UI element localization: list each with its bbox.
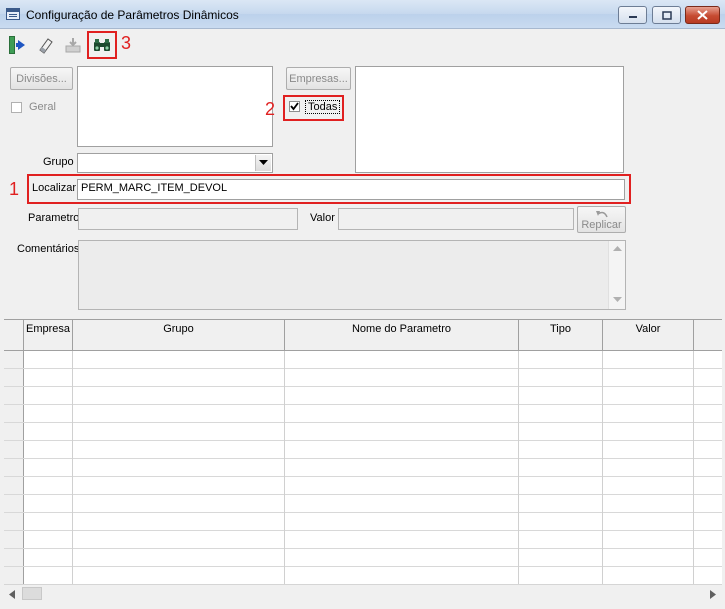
column-divider — [284, 351, 285, 584]
maximize-icon — [661, 10, 672, 20]
scroll-right-icon[interactable] — [710, 590, 716, 599]
row-header[interactable] — [4, 441, 24, 459]
parameters-grid[interactable]: Empresa Grupo Nome do Parametro Tipo Val… — [4, 319, 722, 584]
table-row — [4, 440, 722, 441]
checkmark-icon — [290, 102, 299, 111]
scroll-thumb[interactable] — [22, 587, 42, 600]
undo-arrow-icon — [595, 210, 608, 217]
comentarios-label: Comentários — [17, 243, 80, 255]
column-header-tipo[interactable]: Tipo — [519, 320, 603, 351]
row-header[interactable] — [4, 351, 24, 369]
minimize-button[interactable] — [618, 6, 647, 24]
row-header[interactable] — [4, 495, 24, 513]
column-header-valor[interactable]: Valor — [603, 320, 694, 351]
exit-button[interactable] — [4, 32, 30, 58]
row-header[interactable] — [4, 369, 24, 387]
column-divider — [602, 351, 603, 584]
scroll-left-icon[interactable] — [9, 590, 15, 599]
minimize-icon — [628, 16, 637, 18]
empresas-list[interactable] — [355, 66, 624, 173]
row-header[interactable] — [4, 549, 24, 567]
todas-checkbox[interactable] — [289, 101, 300, 112]
column-divider — [72, 351, 73, 584]
grupo-select[interactable] — [77, 153, 273, 173]
binoculars-icon — [94, 39, 110, 51]
table-row — [4, 386, 722, 387]
empresas-button[interactable]: Empresas... — [286, 67, 351, 90]
table-row — [4, 548, 722, 549]
row-header[interactable] — [4, 405, 24, 423]
row-header[interactable] — [4, 459, 24, 477]
annotation-marker-2: 2 — [265, 99, 276, 119]
scroll-up-icon[interactable] — [613, 246, 622, 252]
table-row — [4, 422, 722, 423]
geral-label: Geral — [29, 101, 56, 113]
comentarios-scrollbar[interactable] — [608, 241, 625, 309]
column-header-grupo[interactable]: Grupo — [73, 320, 285, 351]
window-title: Configuração de Parâmetros Dinâmicos — [26, 8, 239, 22]
grupo-label: Grupo — [43, 156, 74, 168]
row-header[interactable] — [4, 423, 24, 441]
table-row — [4, 476, 722, 477]
horizontal-scrollbar[interactable] — [4, 584, 722, 602]
import-button[interactable] — [60, 32, 86, 58]
row-header[interactable] — [4, 531, 24, 549]
close-icon — [697, 10, 708, 20]
row-header[interactable] — [4, 477, 24, 495]
table-row — [4, 512, 722, 513]
divisoes-button[interactable]: Divisões... — [10, 67, 73, 90]
geral-checkbox[interactable] — [11, 102, 22, 113]
column-header-filler — [694, 320, 722, 351]
app-icon — [6, 8, 20, 20]
row-header[interactable] — [4, 513, 24, 531]
table-row — [4, 566, 722, 567]
valor-field[interactable] — [338, 208, 574, 230]
eraser-icon — [39, 38, 53, 54]
column-divider — [518, 351, 519, 584]
table-row — [4, 404, 722, 405]
search-button[interactable] — [87, 31, 117, 59]
clear-button[interactable] — [32, 32, 58, 58]
grid-corner — [4, 320, 24, 351]
import-icon — [65, 38, 81, 53]
table-row — [4, 530, 722, 531]
localizar-input[interactable]: PERM_MARC_ITEM_DEVOL — [77, 179, 625, 200]
parametro-field[interactable] — [78, 208, 298, 230]
localizar-label: Localizar — [32, 182, 77, 194]
column-divider — [693, 351, 694, 584]
table-row — [4, 368, 722, 369]
table-row — [4, 458, 722, 459]
table-row — [4, 494, 722, 495]
maximize-button[interactable] — [652, 6, 681, 24]
annotation-marker-1: 1 — [9, 179, 20, 199]
parametro-label: Parametro — [28, 212, 80, 224]
replicar-button[interactable]: Replicar — [577, 206, 626, 233]
row-header[interactable] — [4, 567, 24, 584]
comentarios-textarea[interactable] — [78, 240, 626, 310]
close-button[interactable] — [685, 6, 720, 24]
divisoes-list[interactable] — [77, 66, 273, 147]
todas-label[interactable]: Todas — [305, 100, 341, 114]
valor-label: Valor — [310, 212, 335, 224]
row-header[interactable] — [4, 387, 24, 405]
annotation-marker-3: 3 — [121, 33, 132, 53]
chevron-down-icon — [259, 160, 268, 165]
scroll-down-icon[interactable] — [613, 297, 622, 303]
replicar-label: Replicar — [581, 218, 622, 231]
title-bar: Configuração de Parâmetros Dinâmicos — [0, 0, 725, 29]
exit-door-icon — [9, 36, 25, 54]
column-header-nome-parametro[interactable]: Nome do Parametro — [285, 320, 519, 351]
grupo-dropdown-button[interactable] — [255, 155, 271, 171]
column-header-empresa[interactable]: Empresa — [24, 320, 73, 351]
toolbar: 3 — [0, 29, 725, 61]
